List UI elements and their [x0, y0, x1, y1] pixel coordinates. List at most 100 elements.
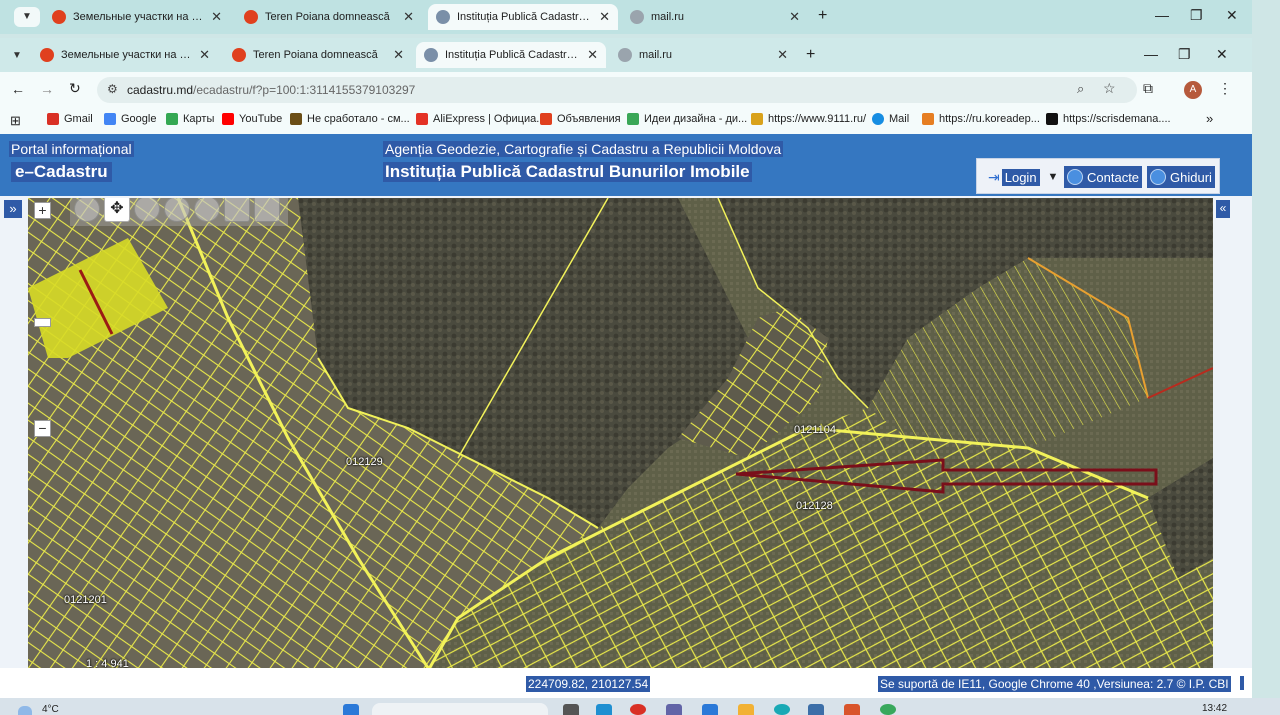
zoom-in-button[interactable]: + — [34, 202, 51, 219]
expand-left-panel-icon[interactable]: » — [4, 200, 22, 218]
apps-icon[interactable]: ⊞ — [10, 113, 21, 129]
minimize-icon[interactable]: — — [1155, 7, 1169, 23]
close-tab-icon[interactable]: ✕ — [593, 9, 610, 25]
teams-icon[interactable] — [666, 704, 682, 715]
close-tab-icon[interactable]: ✕ — [771, 47, 788, 63]
extensions-icon[interactable]: ⧉ — [1143, 80, 1153, 97]
inner-tab-4[interactable]: mail.ru ✕ — [610, 42, 796, 68]
chrome-icon[interactable] — [630, 704, 646, 715]
aliexpress-icon — [416, 113, 428, 125]
edge-icon[interactable] — [596, 704, 612, 715]
start-icon[interactable] — [343, 704, 359, 715]
address-bar[interactable]: ⚙ cadastru.md/ecadastru/f?p=100:1:311415… — [97, 77, 1137, 103]
outer-tab-2[interactable]: Teren Poiana domnească ✕ — [236, 4, 422, 30]
bookmark-ads[interactable]: Объявления — [540, 113, 621, 125]
bookmark-gmail[interactable]: Gmail — [47, 113, 93, 125]
more-bookmarks-icon[interactable]: » — [1206, 111, 1213, 126]
cadastru-favicon-icon — [424, 48, 438, 62]
site-info-icon[interactable]: ⚙ — [107, 82, 118, 96]
pan-tool-icon[interactable]: ✥ — [104, 198, 130, 222]
bookmark-label: Mail — [889, 113, 910, 125]
inner-tab-2[interactable]: Teren Poiana domnească ✕ — [224, 42, 412, 68]
contacts-button[interactable]: Contacte — [1064, 166, 1143, 188]
bookmark-design-ideas[interactable]: Идеи дизайна - ди... — [627, 113, 747, 125]
home-tool-icon[interactable] — [254, 198, 280, 222]
outer-tab-4[interactable]: mail.ru ✕ — [622, 4, 808, 30]
outer-tab-3-active[interactable]: Instituția Publică Cadastrul Bun ✕ — [428, 4, 618, 30]
url-text[interactable]: cadastru.md/ecadastru/f?p=100:1:31141553… — [127, 83, 415, 97]
close-tab-icon[interactable]: ✕ — [581, 47, 598, 63]
info-tool-icon[interactable] — [74, 198, 100, 222]
bookmark-icon — [290, 113, 302, 125]
close-tab-icon[interactable]: ✕ — [397, 9, 414, 25]
maximize-icon[interactable]: ❐ — [1178, 46, 1191, 63]
bookmark-label: Карты — [183, 113, 215, 125]
close-window-icon[interactable]: ✕ — [1216, 46, 1228, 63]
bookmark-not-worked[interactable]: Не сработало - см... — [290, 113, 410, 125]
login-button[interactable]: ⇥ Login ▼ — [985, 166, 1061, 188]
menu-icon[interactable]: ⋮ — [1218, 80, 1232, 97]
forward-icon[interactable]: → — [40, 81, 54, 97]
help-icon — [1150, 169, 1166, 185]
bookmark-koreadep[interactable]: https://ru.koreadep... — [922, 113, 1040, 125]
tab-search-button[interactable]: ▼ — [14, 7, 40, 27]
bookmark-label: YouTube — [239, 113, 283, 125]
back-icon[interactable]: ← — [11, 81, 25, 97]
maximize-icon[interactable]: ❐ — [1190, 7, 1203, 24]
bookmark-aliexpress[interactable]: AliExpress | Официа... — [416, 113, 545, 125]
bookmark-9111[interactable]: https://www.9111.ru/ — [751, 113, 866, 125]
inner-tab-3-active[interactable]: Instituția Publică Cadastrul Bun ✕ — [416, 42, 606, 68]
bookmark-scrisdemana[interactable]: https://scrisdemana.... — [1046, 113, 1171, 125]
chevron-down-icon[interactable]: ▼ — [1048, 171, 1059, 183]
zoom-out-tool-icon[interactable] — [164, 198, 190, 222]
bookmark-mail[interactable]: Mail — [872, 113, 909, 125]
app-icon[interactable] — [844, 704, 860, 715]
explorer-icon[interactable] — [738, 704, 754, 715]
collapse-right-panel-icon[interactable]: « — [1216, 200, 1230, 218]
portal-subtitle: e–Cadastru — [11, 162, 112, 182]
zoom-icon[interactable]: ⌕ — [1077, 81, 1084, 97]
zoom-slider-handle[interactable] — [34, 318, 51, 327]
close-tab-icon[interactable]: ✕ — [193, 47, 210, 63]
avatar[interactable]: A — [1184, 81, 1202, 99]
coordinates-readout: 224709.82, 210127.54 — [526, 676, 651, 692]
outer-tab-1[interactable]: Земельные участки на продаж ✕ — [44, 4, 230, 30]
bookmark-star-icon[interactable]: ☆ — [1103, 80, 1116, 97]
close-tab-icon[interactable]: ✕ — [783, 9, 800, 25]
bookmark-google[interactable]: Google — [104, 113, 156, 125]
reload-icon[interactable]: ↻ — [69, 80, 81, 97]
app-icon[interactable] — [774, 704, 790, 715]
zoom-out-button[interactable]: − — [34, 420, 51, 437]
minimize-icon[interactable]: — — [1144, 46, 1158, 62]
satellite-map-canvas[interactable] — [28, 198, 1213, 706]
app-icon[interactable] — [808, 704, 824, 715]
close-tab-icon[interactable]: ✕ — [387, 47, 404, 63]
mail-favicon-icon — [630, 10, 644, 24]
design-icon — [627, 113, 639, 125]
bookmark-maps[interactable]: Карты — [166, 113, 214, 125]
close-tab-icon[interactable]: ✕ — [205, 9, 222, 25]
google-icon — [104, 113, 116, 125]
zoom-in-tool-icon[interactable] — [134, 198, 160, 222]
task-view-icon[interactable] — [563, 704, 579, 715]
cadastru-header: Portal informațional e–Cadastru Agenția … — [0, 134, 1252, 196]
new-tab-button[interactable]: + — [818, 7, 827, 25]
yandex-favicon-icon — [40, 48, 54, 62]
clock-time: 13:42 — [1202, 703, 1228, 714]
print-tool-icon[interactable] — [224, 198, 250, 222]
close-window-icon[interactable]: ✕ — [1226, 7, 1238, 24]
store-icon[interactable] — [702, 704, 718, 715]
cadastral-map[interactable]: + − ✥ 012129 0121104 012128 0121201 1 : … — [28, 198, 1213, 706]
bookmark-icon — [1046, 113, 1058, 125]
taskbar-search-box[interactable] — [372, 703, 548, 715]
guides-button[interactable]: Ghiduri — [1147, 166, 1215, 188]
gmail-icon — [47, 113, 59, 125]
cadastral-area-label: 012128 — [796, 500, 833, 512]
app-icon[interactable] — [880, 704, 896, 715]
tab-search-button[interactable]: ▼ — [6, 46, 28, 66]
maps-icon — [166, 113, 178, 125]
inner-tab-1[interactable]: Земельные участки на продаж ✕ — [32, 42, 218, 68]
full-extent-tool-icon[interactable] — [194, 198, 220, 222]
new-tab-button[interactable]: + — [806, 46, 815, 64]
bookmark-youtube[interactable]: YouTube — [222, 113, 282, 125]
